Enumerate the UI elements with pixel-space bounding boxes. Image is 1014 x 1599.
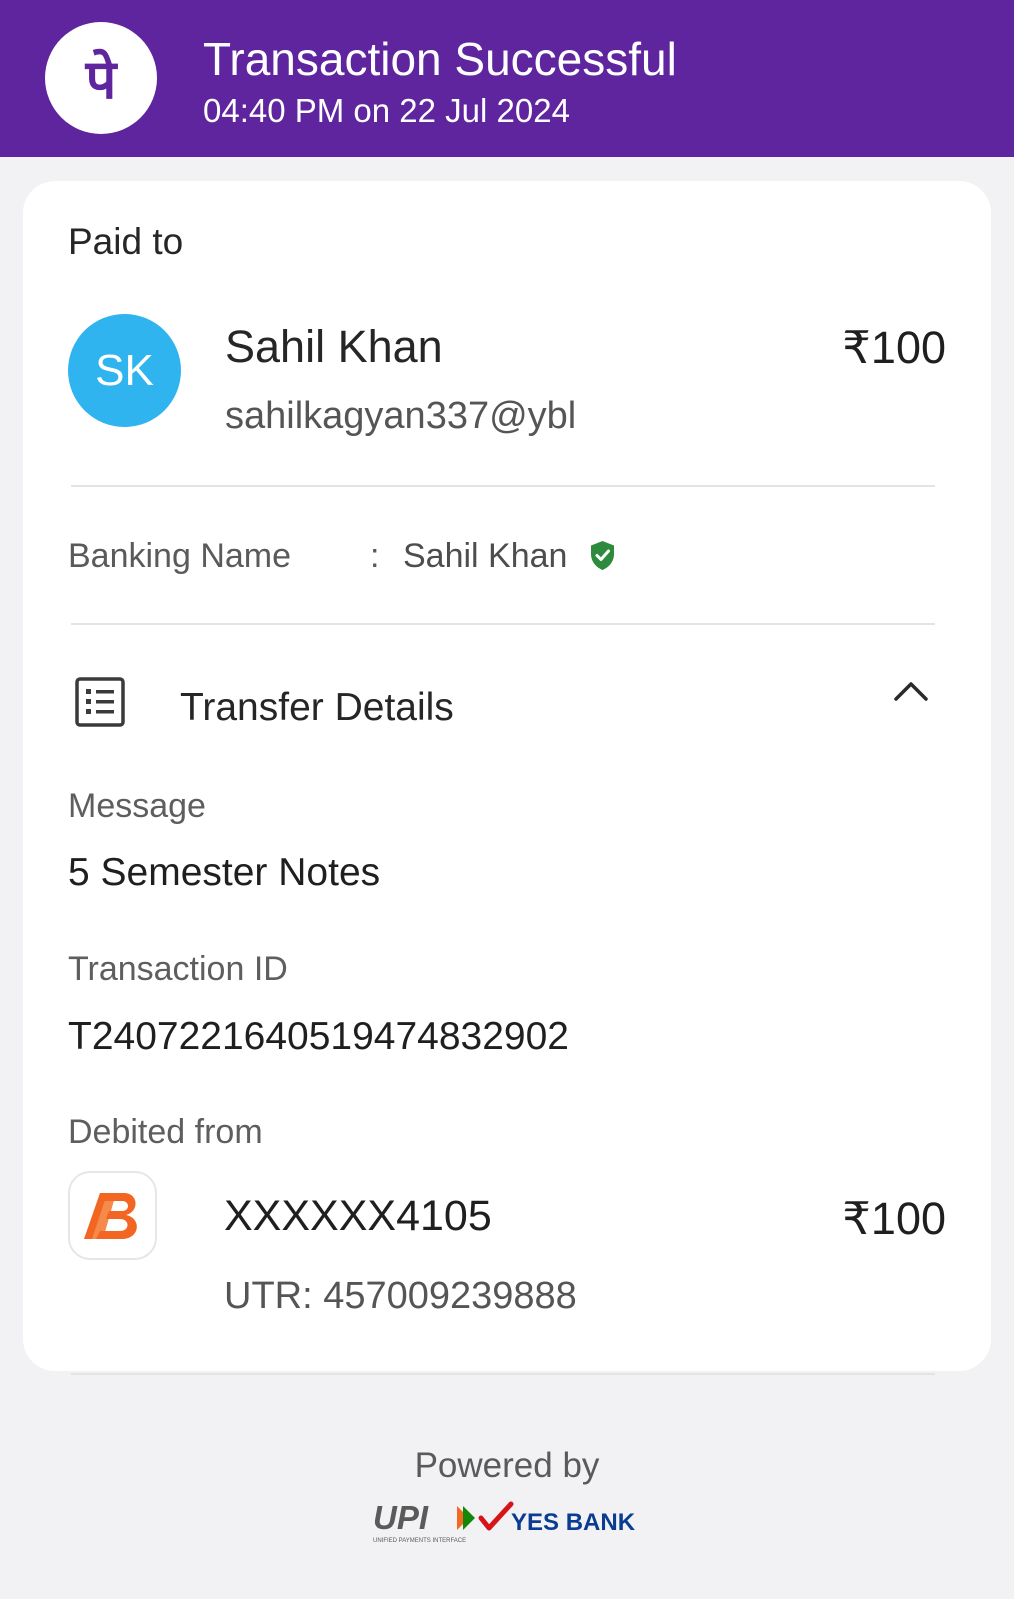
payment-partner-logos: UPI UNIFIED PAYMENTS INTERFACE YES BANK — [373, 1499, 643, 1549]
divider — [71, 1373, 935, 1375]
debit-account-number: XXXXXX4105 — [224, 1192, 492, 1240]
transaction-status-title: Transaction Successful — [203, 33, 677, 85]
payee-name: Sahil Khan — [225, 321, 443, 372]
paid-to-label: Paid to — [68, 221, 184, 262]
verified-shield-icon — [589, 540, 616, 576]
transfer-details-title[interactable]: Transfer Details — [180, 686, 454, 730]
message-label: Message — [68, 787, 206, 825]
header-bar: पे Transaction Successful 04:40 PM on 22… — [0, 0, 1014, 157]
paid-amount: ₹100 — [842, 322, 946, 373]
banking-name-label: Banking Name — [68, 537, 292, 575]
receipt-list-icon — [75, 677, 125, 732]
transaction-details-card: Paid to SK Sahil Khan sahilkagyan337@ybl… — [23, 181, 991, 1371]
avatar: SK — [68, 314, 181, 427]
upi-logo-icon: UPI — [373, 1500, 429, 1536]
message-value: 5 Semester Notes — [68, 851, 381, 894]
yes-bank-logo-icon: YES BANK — [511, 1509, 636, 1536]
avatar-initials: SK — [95, 345, 154, 395]
debited-from-label: Debited from — [68, 1113, 263, 1151]
payee-upi-id: sahilkagyan337@ybl — [225, 395, 577, 437]
banking-name-separator: : — [370, 537, 380, 575]
chevron-up-icon[interactable] — [893, 679, 929, 708]
phonepe-logo-icon: पे — [45, 22, 157, 134]
bank-of-baroda-logo-icon — [68, 1171, 157, 1260]
divider — [71, 623, 935, 625]
upi-tagline: UNIFIED PAYMENTS INTERFACE — [373, 1538, 466, 1544]
transaction-id-label: Transaction ID — [68, 950, 288, 988]
logo-glyph: पे — [85, 48, 119, 111]
transaction-datetime: 04:40 PM on 22 Jul 2024 — [203, 92, 570, 129]
utr-number[interactable]: UTR: 457009239888 — [224, 1275, 577, 1318]
transaction-id-value[interactable]: T2407221640519474832902 — [68, 1015, 569, 1059]
divider — [71, 485, 935, 487]
debited-amount: ₹100 — [842, 1193, 946, 1244]
banking-name-value: Sahil Khan — [403, 537, 568, 575]
powered-by-label: Powered by — [414, 1446, 600, 1485]
